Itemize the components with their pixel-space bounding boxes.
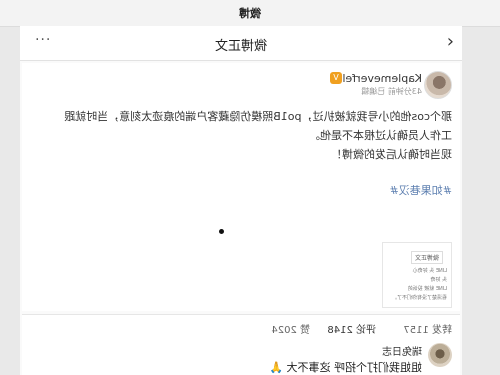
tab-likes[interactable]: 赞 2024 [271,321,310,336]
post-content: 那个cos他的小号我就被扒过，po1B照模仿隐藏客户端的痕迹太刻意，当时就跟 工… [32,107,452,164]
more-icon[interactable]: ··· [34,32,50,48]
weibo-post: Kaplemeverfell V 43分钟前 已编辑 那个cos他的小号我就被扒… [22,63,460,311]
post-line: 现当时确认后发的微博！ [331,148,452,161]
quote-card-line: 看清楚了没有你们不了。 [391,295,447,301]
quote-card-line: LINE 头 好奇心 [412,268,447,274]
comment-item: 瑞兔日志 姐姐我们打个招呼 这事不大 🙏 [22,339,460,375]
post-line: 工作人员确认过根本不是他。 [309,129,452,142]
post-meta: 43分钟前 已编辑 [361,87,422,96]
page-title: 微博正文 [215,39,268,54]
app-title: 微博 [239,7,261,20]
quote-card-chip: 微博正文 [410,251,443,264]
tab-repost[interactable]: 转发 1157 [403,321,452,336]
screen: 微博 ‹ 微博正文 ··· Kaplemeverfell V 43分钟前 已编辑… [0,0,500,375]
quote-card[interactable]: 微博正文 LINE 头 好奇心 头 好奇 LINE 就被 投诉的 看清楚了没有你… [382,242,452,308]
interaction-tabs: 转发 1157 评论 2148 赞 2024 [22,314,460,340]
avatar[interactable] [424,71,452,99]
nav-bar: ‹ 微博正文 ··· [20,26,462,61]
vip-badge-icon: V [330,72,342,84]
tab-comments[interactable]: 评论 2148 [327,321,376,336]
app-bar: 微博 [0,0,500,27]
comment-text: 姐姐我们打个招呼 这事不大 🙏 [269,361,422,374]
post-line: 那个cos他的小号我就被扒过，po1B照模仿隐藏客户端的痕迹太刻意，当时就跟 [64,110,452,123]
comment-author[interactable]: 瑞兔日志 [382,343,422,358]
post-detail-sheet: ‹ 微博正文 ··· Kaplemeverfell V 43分钟前 已编辑 那个… [20,26,462,375]
quote-card-line: LINE 就被 投诉的 [407,286,447,292]
topic-link[interactable]: #如果巷汉# [390,182,452,198]
cursor-dot-icon [219,229,224,234]
post-username[interactable]: Kaplemeverfell [339,72,422,85]
quote-card-line: 头 好奇 [430,277,447,283]
avatar[interactable] [428,343,452,367]
